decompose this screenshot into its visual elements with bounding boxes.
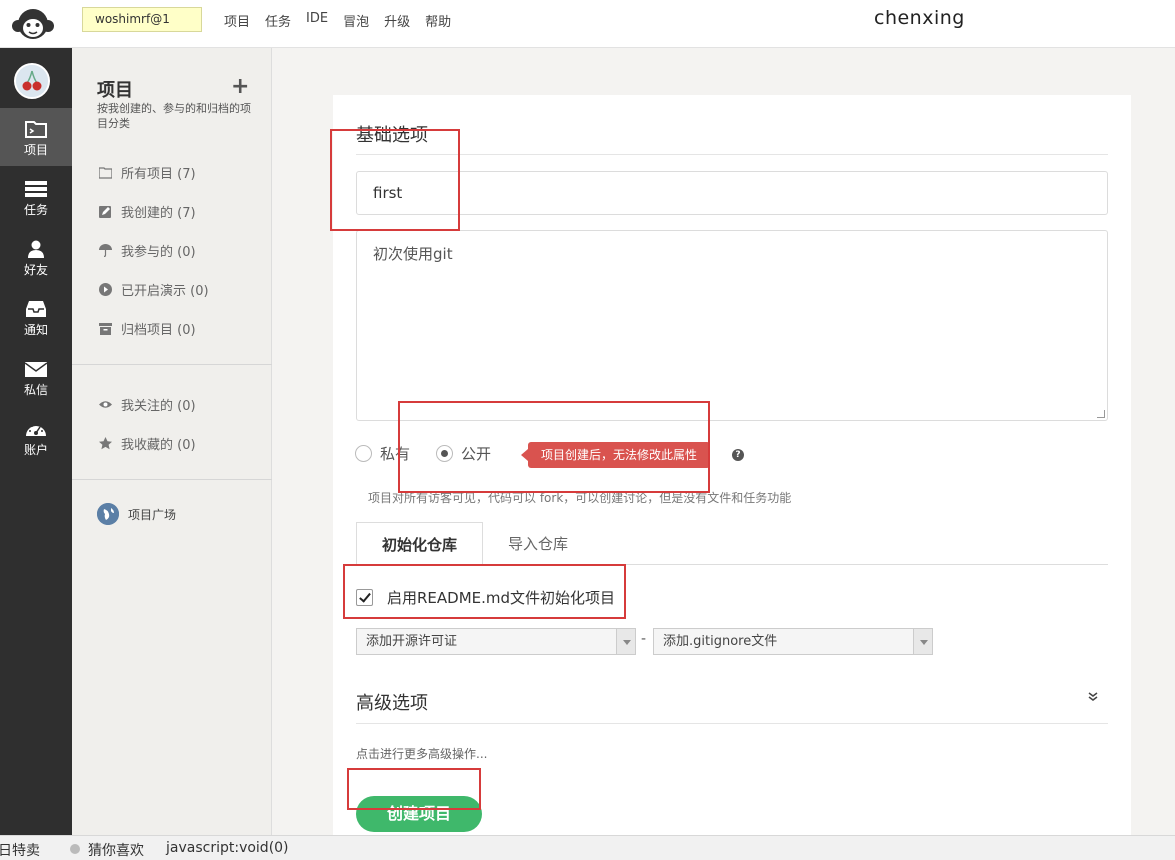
- visibility-radio-group: 私有 公开: [355, 443, 491, 464]
- section-divider: [356, 154, 1108, 155]
- license-select[interactable]: 添加开源许可证: [356, 628, 636, 655]
- globe-icon: [97, 503, 119, 525]
- dashboard-icon: [25, 420, 47, 438]
- project-filter-created[interactable]: 我创建的 (7): [99, 202, 196, 221]
- user-icon: [25, 240, 47, 258]
- private-radio[interactable]: [355, 445, 372, 462]
- project-filter-label: 我收藏的 (0): [121, 438, 196, 453]
- sidebar-item-label: 账户: [23, 443, 48, 457]
- archive-icon: [99, 322, 112, 335]
- topnav-item-help[interactable]: 帮助: [425, 11, 451, 30]
- add-project-button[interactable]: +: [231, 74, 249, 99]
- project-filter-label: 归档项目 (0): [121, 323, 196, 338]
- sidebar-item-label: 项目: [23, 143, 48, 157]
- edit-icon: [99, 205, 112, 218]
- project-sidebar: 项目 + 按我创建的、参与的和归档的项目分类 所有项目 (7) 我创建的 (7)…: [72, 48, 272, 835]
- public-note: 项目对所有访客可见，代码可以 fork，可以创建讨论，但是没有文件和任务功能: [368, 491, 792, 505]
- private-label: 私有: [380, 445, 411, 463]
- sidebar-item-label: 任务: [23, 203, 48, 217]
- license-select-value: 添加开源许可证: [366, 634, 458, 649]
- task-list-icon: [25, 180, 47, 198]
- project-filter-joined[interactable]: 我参与的 (0): [99, 241, 196, 260]
- advanced-note[interactable]: 点击进行更多高级操作...: [356, 745, 487, 762]
- topnav-item-projects[interactable]: 项目: [224, 11, 250, 30]
- project-square-label: 项目广场: [128, 507, 177, 522]
- readme-checkbox[interactable]: [356, 589, 373, 606]
- section-divider: [356, 723, 1108, 724]
- expand-chevron-icon[interactable]: [1086, 689, 1100, 703]
- bullet-icon: [70, 844, 80, 854]
- chevron-down-icon: [913, 629, 932, 654]
- folder-icon: [98, 166, 113, 179]
- create-project-card: 基础选项 first 初次使用git 私有 公开 项目创建后，无法修改此属性 ?…: [333, 95, 1131, 835]
- repo-tabs: 初始化仓库 导入仓库: [356, 522, 1108, 566]
- public-radio[interactable]: [436, 445, 454, 462]
- project-filter-label: 已开启演示 (0): [121, 284, 209, 299]
- sidebar-item-friends[interactable]: 好友: [0, 228, 72, 286]
- top-bar: woshimrf@1 项目 任务 IDE 冒泡 升级 帮助 chenxing: [0, 0, 1175, 48]
- project-sidebar-desc: 按我创建的、参与的和归档的项目分类: [97, 102, 251, 130]
- play-icon: [99, 283, 112, 296]
- public-label: 公开: [461, 445, 492, 463]
- create-project-button[interactable]: 创建项目: [356, 796, 482, 832]
- project-filter-label: 我关注的 (0): [121, 399, 196, 414]
- topnav-item-ide[interactable]: IDE: [306, 11, 328, 30]
- sidebar-item-label: 通知: [23, 323, 48, 337]
- status-url: javascript:void(0): [166, 840, 289, 856]
- project-filter-archived[interactable]: 归档项目 (0): [99, 319, 196, 338]
- tab-init-repo[interactable]: 初始化仓库: [356, 522, 483, 566]
- readme-option: 启用README.md文件初始化项目: [356, 587, 615, 608]
- chevron-down-icon: [616, 629, 635, 654]
- project-filter-label: 我创建的 (7): [121, 206, 196, 221]
- readme-label: 启用README.md文件初始化项目: [387, 589, 616, 607]
- project-filter-all[interactable]: 所有项目 (7): [98, 163, 196, 182]
- project-description-textarea[interactable]: 初次使用git: [356, 230, 1108, 421]
- inbox-icon: [25, 300, 47, 318]
- project-filter-starred[interactable]: 我收藏的 (0): [99, 434, 196, 453]
- top-nav: 项目 任务 IDE 冒泡 升级 帮助: [224, 11, 451, 30]
- dark-sidebar: 项目 任务 好友 通知 私信 账户: [0, 48, 72, 835]
- sidebar-item-label: 好友: [23, 263, 48, 277]
- tab-import-repo[interactable]: 导入仓库: [483, 522, 593, 566]
- project-filter-watching[interactable]: 我关注的 (0): [99, 395, 196, 414]
- project-sidebar-title: 项目: [97, 80, 133, 101]
- project-filter-label: 所有项目 (7): [121, 167, 196, 182]
- sidebar-item-projects[interactable]: 项目: [0, 108, 72, 166]
- resize-handle-icon[interactable]: [1097, 410, 1105, 418]
- sidebar-item-account[interactable]: 账户: [0, 408, 72, 466]
- gitignore-select-value: 添加.gitignore文件: [663, 634, 778, 649]
- eye-icon: [99, 398, 112, 411]
- select-separator: -: [641, 631, 647, 647]
- help-icon[interactable]: ?: [732, 449, 744, 461]
- sidebar-item-messages[interactable]: 私信: [0, 348, 72, 406]
- project-filter-label: 我参与的 (0): [121, 245, 196, 260]
- umbrella-icon: [99, 244, 112, 258]
- sidebar-item-label: 私信: [23, 383, 48, 397]
- topnav-item-upgrade[interactable]: 升级: [384, 11, 410, 30]
- sidebar-item-notify[interactable]: 通知: [0, 288, 72, 346]
- star-icon: [99, 437, 112, 450]
- gitignore-select[interactable]: 添加.gitignore文件: [653, 628, 933, 655]
- topnav-item-tasks[interactable]: 任务: [265, 11, 291, 30]
- project-square-link[interactable]: 项目广场: [97, 503, 176, 525]
- sidebar-divider: [72, 479, 272, 480]
- folder-icon: [25, 120, 47, 138]
- advanced-options-title: 高级选项: [356, 693, 428, 714]
- project-filter-demo[interactable]: 已开启演示 (0): [99, 280, 209, 299]
- browser-status-bar: 日特卖 猜你喜欢 javascript:void(0): [0, 835, 1175, 860]
- visibility-tooltip: 项目创建后，无法修改此属性: [520, 442, 711, 468]
- avatar[interactable]: [14, 63, 50, 99]
- project-description-text: 初次使用git: [373, 245, 453, 263]
- user-chip[interactable]: woshimrf@1: [82, 7, 202, 32]
- sidebar-item-tasks[interactable]: 任务: [0, 168, 72, 226]
- project-name-input[interactable]: first: [356, 171, 1108, 215]
- sidebar-divider: [72, 364, 272, 365]
- envelope-icon: [24, 360, 48, 378]
- basic-options-title: 基础选项: [356, 125, 428, 146]
- brand-text: chenxing: [874, 7, 965, 29]
- monkey-logo-icon[interactable]: [10, 4, 56, 44]
- topnav-item-bubble[interactable]: 冒泡: [343, 11, 369, 30]
- bottom-link-recommend[interactable]: 猜你喜欢: [88, 840, 144, 860]
- bottom-link-deals[interactable]: 日特卖: [0, 840, 40, 860]
